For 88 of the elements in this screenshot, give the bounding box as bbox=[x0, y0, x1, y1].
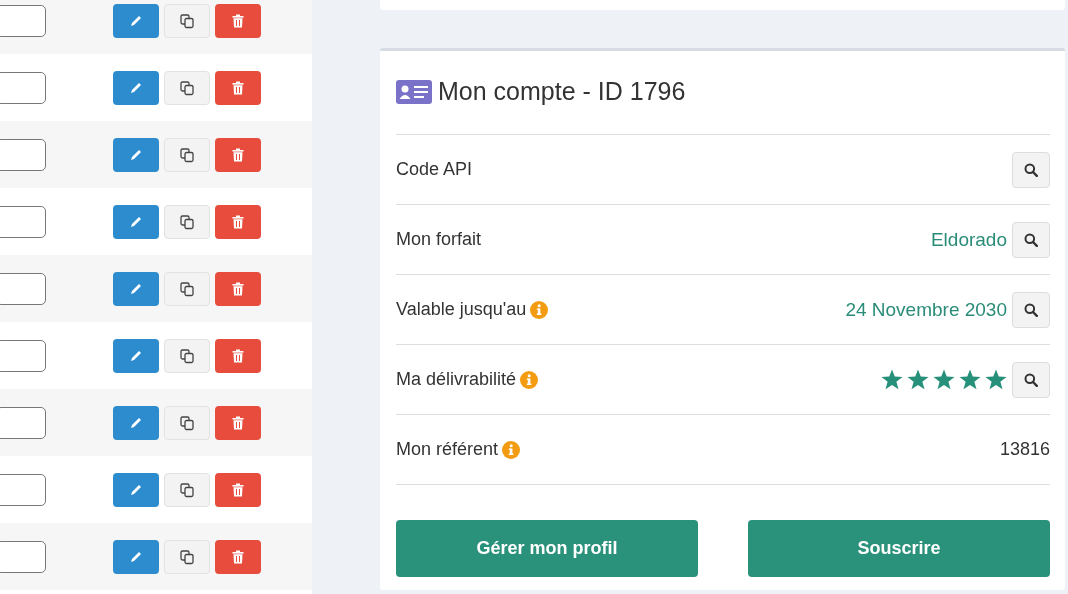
trash-icon bbox=[232, 348, 244, 363]
field-label: Mon forfait bbox=[396, 229, 482, 250]
field-value: Eldorado bbox=[930, 228, 1007, 251]
trash-icon bbox=[232, 147, 244, 162]
field-label: Code API bbox=[396, 159, 473, 180]
edit-button[interactable] bbox=[113, 3, 159, 38]
star-icon bbox=[881, 369, 903, 390]
delete-button[interactable] bbox=[215, 472, 261, 507]
copy-button[interactable] bbox=[164, 338, 210, 373]
copy-button[interactable] bbox=[164, 3, 210, 38]
delete-button[interactable] bbox=[215, 70, 261, 105]
copy-icon bbox=[179, 548, 195, 565]
pencil-icon bbox=[129, 214, 143, 229]
search-button[interactable] bbox=[1012, 291, 1050, 328]
delete-button[interactable] bbox=[215, 405, 261, 440]
input-field[interactable] bbox=[0, 272, 46, 305]
input-field[interactable] bbox=[0, 4, 46, 37]
star-icon bbox=[985, 369, 1007, 390]
pencil-icon bbox=[129, 13, 143, 28]
input-field[interactable] bbox=[0, 205, 46, 238]
copy-button[interactable] bbox=[164, 472, 210, 507]
input-field[interactable] bbox=[0, 71, 46, 104]
search-icon bbox=[1024, 372, 1038, 387]
pencil-icon bbox=[129, 549, 143, 564]
trash-icon bbox=[232, 415, 244, 430]
field-value: 24 Novembre 2030 bbox=[845, 298, 1007, 321]
id-card-icon bbox=[396, 79, 432, 104]
trash-icon bbox=[232, 549, 244, 564]
copy-icon bbox=[179, 347, 195, 364]
manage-profile-button[interactable]: Gérer mon profil bbox=[396, 520, 698, 577]
search-button[interactable] bbox=[1012, 221, 1050, 258]
edit-button[interactable] bbox=[113, 338, 159, 373]
edit-button[interactable] bbox=[113, 472, 159, 507]
trash-icon bbox=[232, 80, 244, 95]
pencil-icon bbox=[129, 348, 143, 363]
search-icon bbox=[1024, 162, 1038, 177]
search-icon bbox=[1024, 302, 1038, 317]
copy-icon bbox=[179, 280, 195, 297]
trash-icon bbox=[232, 13, 244, 28]
field-label: Mon référent bbox=[396, 439, 499, 460]
search-icon bbox=[1024, 232, 1038, 247]
copy-button[interactable] bbox=[164, 204, 210, 239]
delete-button[interactable] bbox=[215, 137, 261, 172]
field-value: 13816 bbox=[999, 439, 1050, 460]
delete-button[interactable] bbox=[215, 204, 261, 239]
star-icon bbox=[907, 369, 929, 390]
field-label: Valable jusqu'au bbox=[396, 299, 527, 320]
input-field[interactable] bbox=[0, 406, 46, 439]
field-label: Ma délivrabilité bbox=[396, 369, 517, 390]
copy-button[interactable] bbox=[164, 70, 210, 105]
delete-button[interactable] bbox=[215, 3, 261, 38]
trash-icon bbox=[232, 214, 244, 229]
copy-icon bbox=[179, 414, 195, 431]
input-field[interactable] bbox=[0, 473, 46, 506]
input-field[interactable] bbox=[0, 339, 46, 372]
delete-button[interactable] bbox=[215, 539, 261, 574]
edit-button[interactable] bbox=[113, 539, 159, 574]
star-icon bbox=[933, 369, 955, 390]
delete-button[interactable] bbox=[215, 338, 261, 373]
card-title: Mon compte - ID 1796 bbox=[438, 77, 686, 106]
star-icon bbox=[959, 369, 981, 390]
copy-button[interactable] bbox=[164, 539, 210, 574]
trash-icon bbox=[232, 482, 244, 497]
copy-icon bbox=[179, 12, 195, 29]
pencil-icon bbox=[129, 482, 143, 497]
copy-icon bbox=[179, 146, 195, 163]
edit-button[interactable] bbox=[113, 70, 159, 105]
copy-button[interactable] bbox=[164, 271, 210, 306]
input-field[interactable] bbox=[0, 138, 46, 171]
pencil-icon bbox=[129, 147, 143, 162]
copy-icon bbox=[179, 213, 195, 230]
subscribe-button[interactable]: Souscrire bbox=[748, 520, 1050, 577]
copy-icon bbox=[179, 79, 195, 96]
edit-button[interactable] bbox=[113, 204, 159, 239]
edit-button[interactable] bbox=[113, 137, 159, 172]
copy-icon bbox=[179, 481, 195, 498]
input-field[interactable] bbox=[0, 540, 46, 573]
edit-button[interactable] bbox=[113, 271, 159, 306]
pencil-icon bbox=[129, 281, 143, 296]
search-button[interactable] bbox=[1012, 361, 1050, 398]
trash-icon bbox=[232, 281, 244, 296]
copy-button[interactable] bbox=[164, 137, 210, 172]
pencil-icon bbox=[129, 80, 143, 95]
copy-button[interactable] bbox=[164, 405, 210, 440]
pencil-icon bbox=[129, 415, 143, 430]
edit-button[interactable] bbox=[113, 405, 159, 440]
delete-button[interactable] bbox=[215, 271, 261, 306]
search-button[interactable] bbox=[1012, 151, 1050, 188]
